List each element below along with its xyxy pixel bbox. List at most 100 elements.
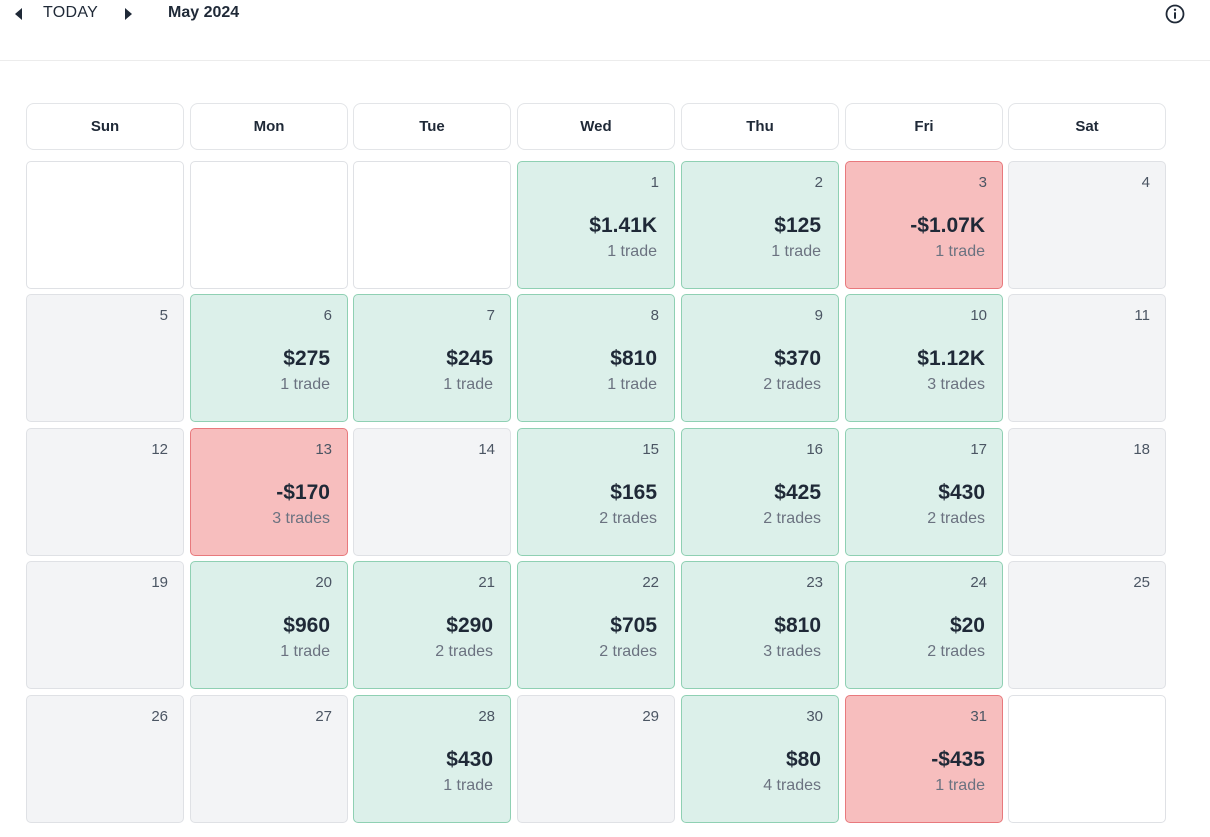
day-cell-18[interactable]: 18 [1008, 428, 1166, 556]
day-cell-2[interactable]: 2 $125 1 trade [681, 161, 839, 289]
day-trade-count: 3 trades [927, 376, 985, 393]
day-cell-12[interactable]: 12 [26, 428, 184, 556]
day-trade-count: 2 trades [763, 510, 821, 527]
weekday-header-wed: Wed [517, 103, 675, 150]
day-trade-count: 1 trade [443, 777, 493, 794]
day-number: 23 [806, 574, 823, 591]
day-pnl: -$1.07K [910, 214, 985, 237]
day-cell-26[interactable]: 26 [26, 695, 184, 823]
day-trade-count: 3 trades [272, 510, 330, 527]
day-trade-count: 3 trades [763, 643, 821, 660]
weekday-header-sat: Sat [1008, 103, 1166, 150]
day-number: 17 [970, 441, 987, 458]
weekday-header-tue: Tue [353, 103, 511, 150]
day-number: 10 [970, 307, 987, 324]
day-number: 9 [814, 307, 823, 324]
day-cell-27[interactable]: 27 [190, 695, 348, 823]
day-trade-count: 1 trade [607, 376, 657, 393]
caret-right-icon [125, 8, 132, 20]
day-cell-4[interactable]: 4 [1008, 161, 1166, 289]
day-cell-17[interactable]: 17 $430 2 trades [845, 428, 1003, 556]
day-pnl: -$435 [931, 748, 985, 771]
day-cell-22[interactable]: 22 $705 2 trades [517, 561, 675, 689]
day-trade-count: 1 trade [935, 777, 985, 794]
info-button[interactable] [1165, 4, 1185, 24]
day-cell-9[interactable]: 9 $370 2 trades [681, 294, 839, 422]
day-cell-28[interactable]: 28 $430 1 trade [353, 695, 511, 823]
day-number: 30 [806, 708, 823, 725]
day-cell-3[interactable]: 3 -$1.07K 1 trade [845, 161, 1003, 289]
day-pnl: $275 [283, 347, 330, 370]
day-pnl: $125 [774, 214, 821, 237]
day-pnl: $425 [774, 481, 821, 504]
day-number: 21 [478, 574, 495, 591]
day-cell-16[interactable]: 16 $425 2 trades [681, 428, 839, 556]
day-cell-25[interactable]: 25 [1008, 561, 1166, 689]
info-circle-icon [1165, 4, 1185, 24]
day-number: 31 [970, 708, 987, 725]
day-cell-23[interactable]: 23 $810 3 trades [681, 561, 839, 689]
day-number: 5 [159, 307, 168, 324]
day-number: 15 [642, 441, 659, 458]
day-number: 4 [1141, 174, 1150, 191]
day-cell-14[interactable]: 14 [353, 428, 511, 556]
day-number: 29 [642, 708, 659, 725]
empty-day-cell [353, 161, 511, 289]
day-pnl: -$170 [276, 481, 330, 504]
day-cell-29[interactable]: 29 [517, 695, 675, 823]
day-cell-20[interactable]: 20 $960 1 trade [190, 561, 348, 689]
day-number: 12 [151, 441, 168, 458]
day-pnl: $245 [446, 347, 493, 370]
today-button[interactable]: TODAY [43, 4, 98, 22]
day-trade-count: 4 trades [763, 777, 821, 794]
day-pnl: $80 [785, 748, 821, 771]
day-cell-8[interactable]: 8 $810 1 trade [517, 294, 675, 422]
day-number: 6 [323, 307, 332, 324]
day-cell-24[interactable]: 24 $20 2 trades [845, 561, 1003, 689]
day-number: 19 [151, 574, 168, 591]
day-cell-31[interactable]: 31 -$435 1 trade [845, 695, 1003, 823]
empty-day-cell [26, 161, 184, 289]
day-cell-1[interactable]: 1 $1.41K 1 trade [517, 161, 675, 289]
day-cell-10[interactable]: 10 $1.12K 3 trades [845, 294, 1003, 422]
weekday-header-thu: Thu [681, 103, 839, 150]
day-cell-13[interactable]: 13 -$170 3 trades [190, 428, 348, 556]
day-trade-count: 2 trades [927, 643, 985, 660]
day-cell-30[interactable]: 30 $80 4 trades [681, 695, 839, 823]
day-number: 22 [642, 574, 659, 591]
caret-left-icon [15, 8, 22, 20]
day-trade-count: 2 trades [763, 376, 821, 393]
next-month-button[interactable] [121, 6, 135, 22]
day-cell-6[interactable]: 6 $275 1 trade [190, 294, 348, 422]
day-pnl: $1.41K [589, 214, 657, 237]
day-trade-count: 2 trades [927, 510, 985, 527]
month-title: May 2024 [168, 4, 240, 21]
day-number: 2 [814, 174, 823, 191]
day-number: 20 [315, 574, 332, 591]
day-number: 24 [970, 574, 987, 591]
day-number: 7 [486, 307, 495, 324]
day-number: 18 [1133, 441, 1150, 458]
day-number: 26 [151, 708, 168, 725]
day-cell-5[interactable]: 5 [26, 294, 184, 422]
day-cell-21[interactable]: 21 $290 2 trades [353, 561, 511, 689]
day-number: 3 [978, 174, 987, 191]
day-trade-count: 2 trades [599, 643, 657, 660]
calendar-toolbar: TODAY May 2024 [0, 0, 1210, 61]
day-trade-count: 2 trades [435, 643, 493, 660]
day-number: 8 [650, 307, 659, 324]
day-pnl: $20 [949, 614, 985, 637]
day-cell-11[interactable]: 11 [1008, 294, 1166, 422]
day-number: 13 [315, 441, 332, 458]
prev-month-button[interactable] [12, 6, 26, 22]
day-pnl: $810 [774, 614, 821, 637]
day-number: 1 [650, 174, 659, 191]
day-cell-19[interactable]: 19 [26, 561, 184, 689]
day-pnl: $430 [446, 748, 493, 771]
weekday-header-mon: Mon [190, 103, 348, 150]
day-cell-15[interactable]: 15 $165 2 trades [517, 428, 675, 556]
weekday-header-sun: Sun [26, 103, 184, 150]
day-cell-7[interactable]: 7 $245 1 trade [353, 294, 511, 422]
day-trade-count: 1 trade [771, 243, 821, 260]
day-number: 14 [478, 441, 495, 458]
